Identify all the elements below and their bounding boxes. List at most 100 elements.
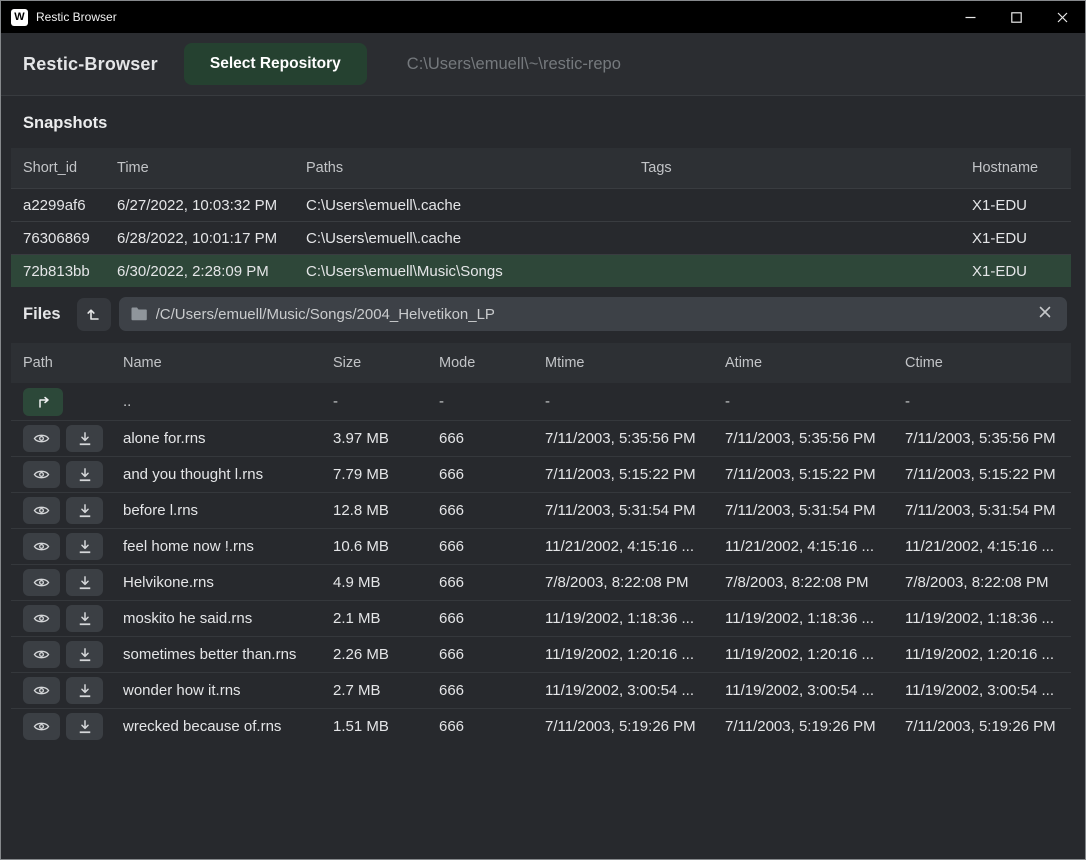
snapshot-paths: C:\Users\emuell\.cache xyxy=(306,230,641,247)
download-file-button[interactable] xyxy=(66,533,103,560)
snapshot-hostname: X1-EDU xyxy=(972,230,1071,247)
open-parent-directory-button[interactable] xyxy=(23,388,63,416)
preview-file-button[interactable] xyxy=(23,713,60,740)
download-icon xyxy=(78,432,92,446)
file-atime: 7/11/2003, 5:35:56 PM xyxy=(725,430,905,447)
path-input[interactable] xyxy=(156,306,1033,323)
eye-icon xyxy=(33,432,50,445)
preview-file-button[interactable] xyxy=(23,425,60,452)
app-header: Restic-Browser Select Repository C:\User… xyxy=(1,33,1085,96)
download-file-button[interactable] xyxy=(66,605,103,632)
download-icon xyxy=(78,720,92,734)
files-title: Files xyxy=(23,305,61,324)
column-mtime[interactable]: Mtime xyxy=(545,355,725,371)
file-row: feel home now !.rns 10.6 MB 666 11/21/20… xyxy=(11,528,1071,564)
column-time[interactable]: Time xyxy=(117,160,306,176)
download-file-button[interactable] xyxy=(66,677,103,704)
download-file-button[interactable] xyxy=(66,425,103,452)
preview-file-button[interactable] xyxy=(23,461,60,488)
minimize-button[interactable] xyxy=(947,1,993,33)
close-button[interactable] xyxy=(1039,1,1085,33)
eye-icon xyxy=(33,612,50,625)
file-mode: 666 xyxy=(439,538,545,555)
preview-file-button[interactable] xyxy=(23,605,60,632)
file-name: before l.rns xyxy=(123,502,333,519)
snapshot-hostname: X1-EDU xyxy=(972,197,1071,214)
snapshot-short-id: a2299af6 xyxy=(23,197,117,214)
app-title: Restic-Browser xyxy=(23,54,158,75)
snapshot-time: 6/30/2022, 2:28:09 PM xyxy=(117,263,306,280)
download-file-button[interactable] xyxy=(66,713,103,740)
file-mtime: 7/11/2003, 5:15:22 PM xyxy=(545,466,725,483)
parent-directory-row[interactable]: .. - - - - - xyxy=(11,383,1071,420)
preview-file-button[interactable] xyxy=(23,569,60,596)
file-size: - xyxy=(333,393,439,410)
column-size[interactable]: Size xyxy=(333,355,439,371)
snapshot-short-id: 76306869 xyxy=(23,230,117,247)
file-size: 2.26 MB xyxy=(333,646,439,663)
file-row: alone for.rns 3.97 MB 666 7/11/2003, 5:3… xyxy=(11,420,1071,456)
snapshot-row[interactable]: 76306869 6/28/2022, 10:01:17 PM C:\Users… xyxy=(11,221,1071,254)
snapshots-header-row: Short_id Time Paths Tags Hostname xyxy=(11,148,1071,188)
file-mtime: 7/11/2003, 5:35:56 PM xyxy=(545,430,725,447)
file-mode: 666 xyxy=(439,430,545,447)
file-name: and you thought l.rns xyxy=(123,466,333,483)
column-path[interactable]: Path xyxy=(23,355,123,371)
folder-icon xyxy=(131,307,147,321)
file-size: 3.97 MB xyxy=(333,430,439,447)
file-ctime: 11/19/2002, 1:18:36 ... xyxy=(905,610,1071,627)
clear-path-button[interactable] xyxy=(1033,303,1057,325)
eye-icon xyxy=(33,720,50,733)
preview-file-button[interactable] xyxy=(23,533,60,560)
column-atime[interactable]: Atime xyxy=(725,355,905,371)
snapshot-time: 6/27/2022, 10:03:32 PM xyxy=(117,197,306,214)
file-mode: 666 xyxy=(439,610,545,627)
download-icon xyxy=(78,468,92,482)
file-ctime: 7/8/2003, 8:22:08 PM xyxy=(905,574,1071,591)
download-file-button[interactable] xyxy=(66,461,103,488)
eye-icon xyxy=(33,540,50,553)
column-mode[interactable]: Mode xyxy=(439,355,545,371)
preview-file-button[interactable] xyxy=(23,677,60,704)
preview-file-button[interactable] xyxy=(23,497,60,524)
file-name: wonder how it.rns xyxy=(123,682,333,699)
file-name: feel home now !.rns xyxy=(123,538,333,555)
download-file-button[interactable] xyxy=(66,569,103,596)
snapshot-row[interactable]: a2299af6 6/27/2022, 10:03:32 PM C:\Users… xyxy=(11,188,1071,221)
download-file-button[interactable] xyxy=(66,641,103,668)
file-mtime: 11/19/2002, 1:18:36 ... xyxy=(545,610,725,627)
preview-file-button[interactable] xyxy=(23,641,60,668)
file-name: Helvikone.rns xyxy=(123,574,333,591)
snapshot-row-selected[interactable]: 72b813bb 6/30/2022, 2:28:09 PM C:\Users\… xyxy=(11,254,1071,287)
file-ctime: 11/19/2002, 1:20:16 ... xyxy=(905,646,1071,663)
go-up-directory-button[interactable] xyxy=(77,298,111,331)
eye-icon xyxy=(33,468,50,481)
snapshots-table: Short_id Time Paths Tags Hostname a2299a… xyxy=(11,148,1071,287)
column-tags[interactable]: Tags xyxy=(641,160,972,176)
file-mtime: 7/11/2003, 5:31:54 PM xyxy=(545,502,725,519)
file-name: wrecked because of.rns xyxy=(123,718,333,735)
file-atime: 11/21/2002, 4:15:16 ... xyxy=(725,538,905,555)
file-mode: 666 xyxy=(439,646,545,663)
repository-path: C:\Users\emuell\~\restic-repo xyxy=(407,55,621,74)
snapshot-time: 6/28/2022, 10:01:17 PM xyxy=(117,230,306,247)
column-ctime[interactable]: Ctime xyxy=(905,355,1071,371)
file-row: Helvikone.rns 4.9 MB 666 7/8/2003, 8:22:… xyxy=(11,564,1071,600)
snapshot-paths: C:\Users\emuell\.cache xyxy=(306,197,641,214)
column-paths[interactable]: Paths xyxy=(306,160,641,176)
current-path-field[interactable] xyxy=(119,297,1067,331)
file-mtime: 7/11/2003, 5:19:26 PM xyxy=(545,718,725,735)
column-name[interactable]: Name xyxy=(123,355,333,371)
file-size: 4.9 MB xyxy=(333,574,439,591)
file-atime: 11/19/2002, 1:18:36 ... xyxy=(725,610,905,627)
file-mode: 666 xyxy=(439,502,545,519)
file-size: 7.79 MB xyxy=(333,466,439,483)
maximize-button[interactable] xyxy=(993,1,1039,33)
download-icon xyxy=(78,684,92,698)
download-file-button[interactable] xyxy=(66,497,103,524)
select-repository-button[interactable]: Select Repository xyxy=(184,43,367,85)
file-name: alone for.rns xyxy=(123,430,333,447)
column-short-id[interactable]: Short_id xyxy=(23,160,117,176)
column-hostname[interactable]: Hostname xyxy=(972,160,1071,176)
file-atime: 7/8/2003, 8:22:08 PM xyxy=(725,574,905,591)
